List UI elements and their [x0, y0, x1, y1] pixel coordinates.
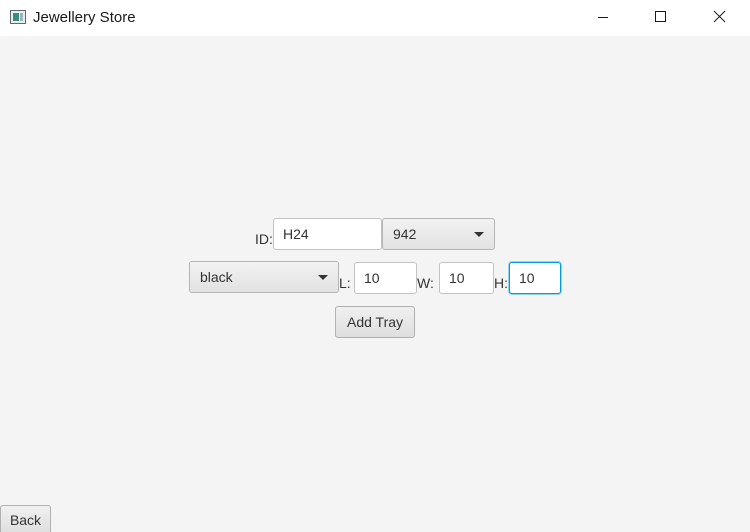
width-label: W:	[417, 275, 434, 291]
app-window: Jewellery Store ID: 942 black L: W:	[0, 0, 750, 532]
height-label: H:	[494, 275, 508, 291]
chevron-down-icon	[318, 275, 328, 280]
close-icon	[713, 10, 726, 23]
window-title: Jewellery Store	[33, 9, 136, 26]
maximize-icon	[655, 11, 666, 22]
length-input[interactable]	[354, 262, 417, 294]
minimize-button[interactable]	[574, 0, 632, 34]
id-input[interactable]	[273, 218, 382, 250]
color-select[interactable]: black	[189, 261, 339, 293]
width-input[interactable]	[439, 262, 494, 294]
chevron-down-icon	[474, 232, 484, 237]
length-label: L:	[339, 275, 351, 291]
add-tray-button[interactable]: Add Tray	[335, 306, 415, 338]
title-bar: Jewellery Store	[0, 0, 750, 36]
height-input[interactable]	[509, 262, 561, 294]
back-button[interactable]: Back	[0, 505, 51, 532]
number-select-value: 942	[393, 226, 417, 242]
number-select[interactable]: 942	[382, 218, 495, 250]
minimize-icon	[598, 17, 608, 18]
app-icon	[10, 10, 26, 24]
maximize-button[interactable]	[632, 0, 690, 34]
color-select-value: black	[200, 269, 233, 285]
close-button[interactable]	[690, 0, 748, 34]
id-label: ID:	[255, 231, 273, 247]
